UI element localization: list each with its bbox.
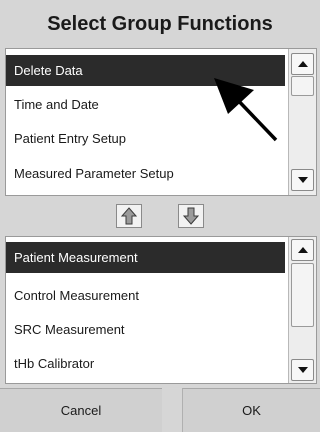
- scroll-thumb[interactable]: [291, 76, 314, 96]
- cancel-button[interactable]: Cancel: [0, 388, 162, 432]
- chevron-up-icon: [297, 247, 308, 253]
- chevron-down-icon: [297, 177, 308, 183]
- scroll-up-button[interactable]: [291, 53, 314, 75]
- arrow-up-icon: [121, 207, 137, 225]
- chevron-down-icon: [297, 367, 308, 373]
- list-item[interactable]: Patient Measurement: [6, 242, 285, 273]
- list-item[interactable]: Measured Parameter Setup: [6, 158, 285, 189]
- pointer-arrow-icon: [214, 78, 278, 142]
- dialog-buttons: Cancel OK: [0, 388, 320, 432]
- scrollbar[interactable]: [288, 237, 316, 383]
- move-toolbar: [0, 196, 320, 236]
- list-item[interactable]: tHb Calibrator: [6, 348, 285, 379]
- scroll-down-button[interactable]: [291, 359, 314, 381]
- arrow-down-icon: [183, 207, 199, 225]
- move-down-button[interactable]: [178, 204, 204, 228]
- chevron-up-icon: [297, 61, 308, 67]
- scrollbar[interactable]: [288, 49, 316, 195]
- group-functions-list[interactable]: Patient Measurement Control Measurement …: [5, 236, 317, 384]
- ok-button[interactable]: OK: [182, 388, 320, 432]
- scroll-up-button[interactable]: [291, 239, 314, 261]
- scroll-thumb[interactable]: [291, 263, 314, 327]
- list-item[interactable]: SRC Measurement: [6, 314, 285, 345]
- dialog-title: Select Group Functions: [47, 12, 273, 35]
- scroll-down-button[interactable]: [291, 169, 314, 191]
- move-up-button[interactable]: [116, 204, 142, 228]
- list-item[interactable]: Control Measurement: [6, 280, 285, 311]
